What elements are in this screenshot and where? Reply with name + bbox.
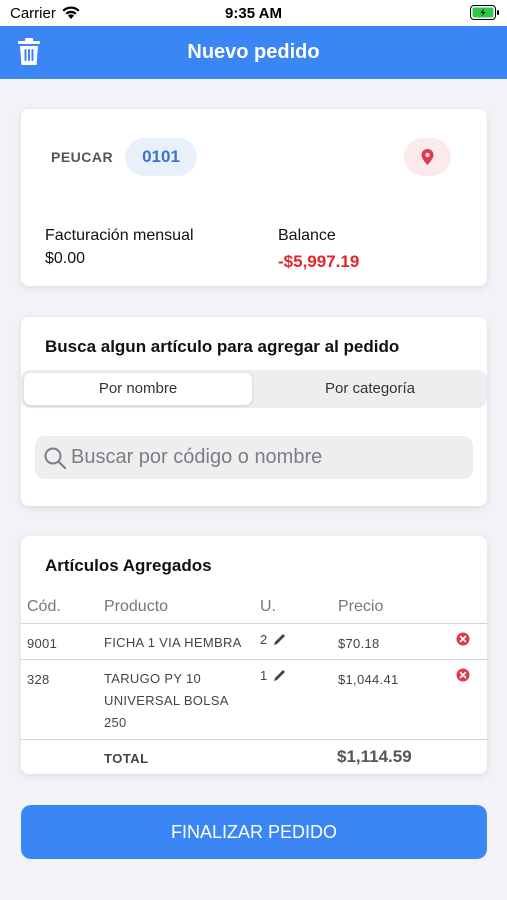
row-quantity: 2 — [260, 632, 268, 647]
billing-label: Facturación mensual — [45, 227, 194, 244]
column-header-code: Cód. — [27, 598, 61, 615]
column-header-product: Producto — [104, 598, 169, 615]
segment-by-name[interactable]: Por nombre — [24, 373, 252, 405]
added-items-card: Artículos Agregados Cód. Producto U. Pre… — [21, 536, 487, 774]
remove-item-icon[interactable] — [456, 668, 470, 682]
status-bar: Carrier 9:35 AM — [0, 0, 507, 26]
pencil-icon — [273, 670, 285, 681]
row-product: TARUGO PY 10 UNIVERSAL BOLSA 250 — [104, 671, 228, 730]
search-input[interactable] — [71, 436, 466, 479]
battery-icon — [470, 5, 499, 20]
pencil-icon — [273, 634, 285, 645]
divider — [21, 659, 487, 660]
items-title: Artículos Agregados — [45, 556, 212, 575]
client-number-badge: 0101 — [125, 138, 197, 176]
clock: 9:35 AM — [225, 5, 282, 22]
column-header-units: U. — [260, 598, 276, 615]
balance-label: Balance — [278, 227, 336, 244]
total-label: TOTAL — [104, 751, 149, 766]
remove-item-icon[interactable] — [456, 632, 470, 646]
row-code: 9001 — [27, 636, 58, 651]
row-price: $70.18 — [338, 636, 380, 651]
row-product: FICHA 1 VIA HEMBRA — [104, 635, 242, 650]
row-code: 328 — [27, 672, 50, 687]
location-button[interactable] — [404, 138, 451, 176]
divider — [21, 739, 487, 740]
nav-bar: Nuevo pedido — [0, 26, 507, 79]
segment-by-category[interactable]: Por categoría — [255, 373, 485, 405]
client-code: PEUCAR — [51, 149, 114, 165]
divider — [21, 623, 487, 624]
search-icon — [44, 447, 67, 470]
search-card: Busca algun artículo para agregar al ped… — [21, 317, 487, 506]
billing-value: $0.00 — [45, 250, 86, 267]
quantity-edit[interactable]: 2 — [260, 632, 286, 647]
row-quantity: 1 — [260, 668, 268, 683]
page-title: Nuevo pedido — [187, 41, 320, 63]
total-value: $1,114.59 — [337, 747, 412, 766]
balance-value: -$5,997.19 — [278, 252, 360, 271]
location-pin-icon — [421, 149, 434, 165]
client-card: PEUCAR 0101 Facturación mensual $0.00 Ba… — [21, 109, 487, 286]
column-header-price: Precio — [338, 598, 384, 615]
search-box — [35, 436, 473, 479]
quantity-edit[interactable]: 1 — [260, 668, 286, 683]
search-mode-segmented-control: Por nombre Por categoría — [21, 370, 487, 408]
search-title: Busca algun artículo para agregar al ped… — [45, 337, 400, 356]
finish-order-button[interactable]: FINALIZAR PEDIDO — [21, 805, 487, 859]
row-price: $1,044.41 — [338, 672, 399, 687]
